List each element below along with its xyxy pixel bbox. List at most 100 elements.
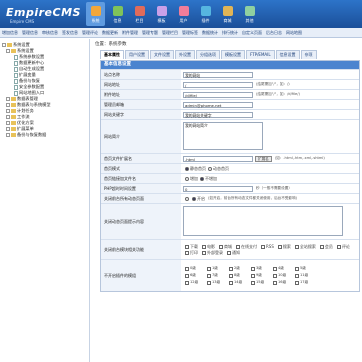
checkbox[interactable]	[207, 273, 211, 278]
radio-static[interactable]	[185, 166, 189, 171]
topnav-plugin[interactable]: 插件	[196, 2, 215, 26]
subnav-item[interactable]: 签发信息	[62, 30, 78, 36]
checkbox[interactable]	[185, 250, 189, 255]
checkbox[interactable]	[277, 244, 282, 249]
topnav-template[interactable]: 模板	[152, 2, 171, 26]
checkbox[interactable]	[273, 280, 277, 285]
checkbox[interactable]	[295, 273, 299, 278]
subnav-item[interactable]: 附件管理	[122, 30, 138, 36]
tab-external[interactable]: 外设置	[175, 50, 195, 59]
checkbox[interactable]	[273, 273, 277, 278]
folder-icon	[11, 97, 16, 101]
radio-add[interactable]	[185, 176, 189, 181]
checkbox[interactable]	[336, 244, 341, 249]
sub-nav: 增加信息 管理信息 审核信息 签发信息 管理评论 数据更新 附件管理 管理专题 …	[0, 28, 362, 38]
site-url-input[interactable]: /	[183, 81, 253, 88]
checkbox[interactable]	[185, 244, 189, 249]
checkbox[interactable]	[229, 273, 233, 278]
checkbox[interactable]	[261, 244, 265, 249]
topnav-system[interactable]: 系统	[86, 2, 105, 26]
subnav-item[interactable]: 排行统计	[222, 30, 238, 36]
radio-close[interactable]	[192, 196, 196, 201]
tab-basic[interactable]: 基本属性	[100, 50, 124, 59]
tab-group[interactable]: 分组选项	[196, 50, 220, 59]
form-row: 首页链接加文件名 增加 不增加	[101, 173, 359, 183]
form-row: 关闭动态页面提示内容	[101, 203, 359, 239]
subnav-item[interactable]: 数据统计	[202, 30, 218, 36]
close-tip-textarea[interactable]	[183, 206, 343, 236]
index-ext-input[interactable]: .html	[183, 155, 253, 162]
tab-info[interactable]: 信息设置	[275, 50, 300, 59]
tab-misc[interactable]: 杂项	[300, 50, 317, 59]
subnav-item[interactable]: 管理专题	[142, 30, 158, 36]
expand-icon	[6, 49, 10, 53]
checkbox[interactable]	[229, 280, 233, 285]
admin-email-input[interactable]: admin@phome.net	[183, 101, 253, 108]
subnav-item[interactable]: 管理信息	[22, 30, 38, 36]
tab-file[interactable]: 文件设置	[150, 50, 174, 59]
checkbox[interactable]	[207, 280, 211, 285]
checkbox[interactable]	[229, 266, 233, 271]
tab-user[interactable]: 用户设置	[125, 50, 149, 59]
tab-template[interactable]: 模板设置	[221, 50, 245, 59]
checkbox[interactable]	[185, 266, 189, 271]
folder-icon	[11, 127, 16, 131]
topnav-user[interactable]: 用户	[174, 2, 193, 26]
checkbox[interactable]	[273, 266, 277, 271]
checkbox[interactable]	[295, 280, 299, 285]
radio-no-add[interactable]	[200, 176, 204, 181]
field-label: 管理员邮箱	[101, 100, 181, 109]
field-label: 网站简介	[101, 120, 181, 153]
tree-item[interactable]: 备份与恢复数据	[0, 132, 89, 138]
subnav-item[interactable]: 管理标签	[182, 30, 198, 36]
topnav-shop[interactable]: 商城	[218, 2, 237, 26]
form-row: 站点名称 我的网站	[101, 69, 359, 79]
topnav-column[interactable]: 栏目	[130, 2, 149, 26]
user-icon	[178, 6, 189, 16]
topnav-other[interactable]: 其他	[240, 2, 259, 26]
checkbox[interactable]	[185, 280, 189, 285]
checkbox[interactable]	[251, 266, 255, 271]
php-timeout-input[interactable]: 0	[183, 185, 253, 192]
subnav-item[interactable]: 数据更新	[102, 30, 118, 36]
checkbox[interactable]	[202, 250, 206, 255]
site-name-input[interactable]: 我的网站	[183, 71, 253, 78]
attach-url-input[interactable]: /d/file/	[183, 91, 253, 98]
radio-dynamic[interactable]	[208, 166, 212, 171]
field-hint: (如开启，前台所有动态文件都关闭使用，后台不受影响)	[208, 196, 298, 200]
checkbox[interactable]	[294, 244, 299, 249]
checkbox[interactable]	[207, 266, 211, 271]
subnav-item[interactable]: 管理评论	[82, 30, 98, 36]
topnav-info[interactable]: 信息	[108, 2, 127, 26]
checkbox[interactable]	[251, 273, 255, 278]
form-row: 首页文件扩展名 .html 扩展名 (如：.html,.htm,.xml,.shtm…	[101, 153, 359, 163]
checkbox[interactable]	[219, 244, 223, 249]
subnav-item[interactable]: 增加信息	[2, 30, 18, 36]
field-label: 首页链接加文件名	[101, 174, 181, 183]
checkbox[interactable]	[295, 266, 299, 271]
other-icon	[244, 6, 255, 16]
expand-icon	[6, 133, 10, 137]
folder-icon	[11, 103, 16, 107]
subnav-item[interactable]: 审核信息	[42, 30, 58, 36]
checkbox[interactable]	[227, 250, 231, 255]
subnav-item[interactable]: 网站地图	[286, 30, 302, 36]
folder-icon	[7, 43, 12, 47]
site-desc-textarea[interactable]: 我的网站简介	[183, 122, 263, 150]
keywords-input[interactable]: 我的网站关键字	[183, 111, 253, 118]
tab-ftp[interactable]: FTP/EMAIL	[246, 50, 275, 59]
subnav-item[interactable]: 自定义页面	[242, 30, 262, 36]
field-label: 关闭前台模块相关功能	[101, 240, 181, 259]
ext-select-button[interactable]: 扩展名	[255, 155, 272, 162]
form-row: 附件地址 /d/file/(结尾需加"/"，如：/d/file/)	[101, 89, 359, 99]
logo: EmpireCMS	[6, 6, 81, 19]
subnav-item[interactable]: 后台日志	[266, 30, 282, 36]
checkbox[interactable]	[251, 280, 255, 285]
checkbox[interactable]	[185, 273, 189, 278]
checkbox[interactable]	[236, 244, 240, 249]
checkbox[interactable]	[319, 244, 324, 249]
settings-tabs: 基本属性 用户设置 文件设置 外设置 分组选项 模板设置 FTP/EMAIL 信…	[100, 50, 318, 59]
subnav-item[interactable]: 管理栏目	[162, 30, 178, 36]
checkbox[interactable]	[202, 244, 206, 249]
radio-open[interactable]	[185, 196, 189, 201]
